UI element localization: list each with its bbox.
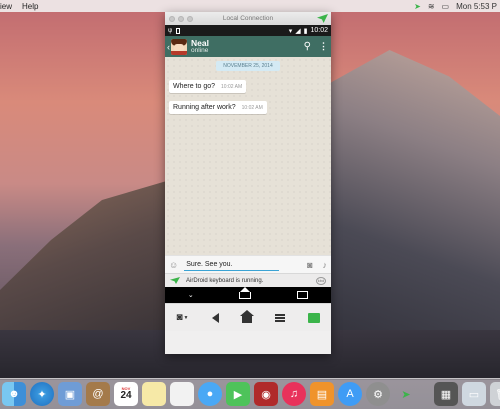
compose-bar: ☺ ◙ ♪	[165, 255, 331, 273]
keyboard-icon[interactable]: kbd	[316, 276, 326, 285]
preview-photos-icon[interactable]: ▣	[58, 382, 82, 406]
safari-icon[interactable]: ✦	[30, 382, 54, 406]
notes-icon[interactable]	[142, 382, 166, 406]
mac-menu-bar: iew Help ➤ ≋ ▭ Mon 5:53 P	[0, 0, 500, 12]
messages-icon[interactable]: ●	[198, 382, 222, 406]
message-time: 10:02 AM	[221, 84, 243, 90]
wifi-icon[interactable]: ≋	[428, 2, 435, 11]
contacts-icon[interactable]: @	[86, 382, 110, 406]
close-window-button[interactable]	[169, 15, 175, 22]
app-store-icon[interactable]: A	[338, 382, 362, 406]
airdroid-menubar-icon[interactable]: ➤	[414, 2, 421, 11]
emoji-icon[interactable]: ☺	[169, 260, 178, 270]
view-menu[interactable]: iew	[0, 2, 12, 11]
contact-info[interactable]: Neal online	[191, 39, 209, 54]
message-text: Where to go?	[173, 83, 216, 90]
reminders-icon[interactable]	[170, 382, 194, 406]
keyboard-notice-text: AirDroid keyboard is running.	[186, 277, 264, 284]
clock[interactable]: Mon 5:53 P	[456, 2, 497, 11]
zoom-window-button[interactable]	[187, 15, 193, 22]
message-list[interactable]: NOVEMBER 25, 2014 Where to go? 10:02 AM R…	[165, 57, 331, 255]
menu-button[interactable]	[274, 313, 285, 322]
message-input[interactable]	[184, 258, 280, 271]
more-options-icon[interactable]: ⋮	[319, 41, 328, 52]
system-preferences-icon[interactable]: ⚙	[366, 382, 390, 406]
chat-header: ‹ Neal online ⚲ ⋮	[165, 36, 331, 57]
android-home-icon[interactable]	[239, 286, 252, 299]
usb-icon: ψ	[168, 27, 173, 34]
battery-icon[interactable]: ▭	[442, 2, 450, 11]
back-button[interactable]	[211, 312, 219, 323]
contact-status: online	[191, 46, 209, 54]
screenshot-button[interactable]: ◙ ▼	[177, 312, 189, 323]
minimized-window-icon[interactable]: ▭	[462, 382, 486, 406]
airdroid-window: Local Connection ψ ▾ ◢ ▮ 10:02 ‹ Neal on…	[165, 12, 331, 354]
photo-booth-icon[interactable]: ◉	[254, 382, 278, 406]
signal-icon: ▾	[288, 27, 293, 35]
screen-rotate-button[interactable]	[307, 312, 320, 323]
message-text: Running after work?	[173, 104, 236, 111]
finder-icon[interactable]: ☻	[2, 382, 26, 406]
avatar[interactable]	[171, 38, 187, 55]
android-nav-bar: ⌄	[165, 286, 331, 303]
message-time: 10:02 AM	[241, 105, 263, 111]
date-divider: NOVEMBER 25, 2014	[216, 61, 280, 71]
calendar-icon[interactable]: NOV 24	[114, 382, 138, 406]
airdroid-icon[interactable]: ➤	[394, 382, 418, 406]
airdroid-toolbar: ◙ ▼	[165, 303, 331, 331]
trash-icon[interactable]: 🗑	[490, 382, 500, 406]
airdroid-logo-icon	[170, 277, 180, 284]
attach-icon[interactable]: ⚲	[304, 41, 311, 52]
microphone-icon[interactable]: ♪	[323, 260, 328, 270]
camera-icon[interactable]: ◙	[307, 260, 312, 270]
hide-keyboard-icon[interactable]: ⌄	[188, 291, 194, 299]
ibooks-icon[interactable]: ▤	[310, 382, 334, 406]
airdroid-logo-icon	[317, 14, 328, 23]
cell-signal-icon: ◢	[295, 27, 301, 35]
android-status-bar: ψ ▾ ◢ ▮ 10:02	[165, 25, 331, 36]
android-recent-apps-icon[interactable]	[297, 291, 309, 299]
caret-down-icon: ▼	[183, 314, 189, 321]
phone-icon	[176, 27, 181, 34]
preview-icon[interactable]: ▦	[434, 382, 458, 406]
battery-status-icon: ▮	[303, 27, 308, 35]
message-bubble[interactable]: Where to go? 10:02 AM	[169, 80, 247, 93]
minimize-window-button[interactable]	[178, 15, 184, 22]
camera-icon: ◙	[176, 312, 183, 323]
window-titlebar[interactable]: Local Connection	[165, 12, 331, 25]
home-button[interactable]	[239, 309, 254, 323]
message-bubble[interactable]: Running after work? 10:02 AM	[169, 101, 267, 114]
mac-dock: ☻ ✦ ▣ @ NOV 24 ● ▶ ◉ ♫ ▤ A ⚙ ➤ ▦ ▭ 🗑	[0, 378, 500, 409]
help-menu[interactable]: Help	[22, 2, 38, 11]
facetime-icon[interactable]: ▶	[226, 382, 250, 406]
android-clock: 10:02	[310, 27, 328, 34]
itunes-icon[interactable]: ♫	[282, 382, 306, 406]
keyboard-notice: AirDroid keyboard is running. kbd	[165, 273, 331, 287]
